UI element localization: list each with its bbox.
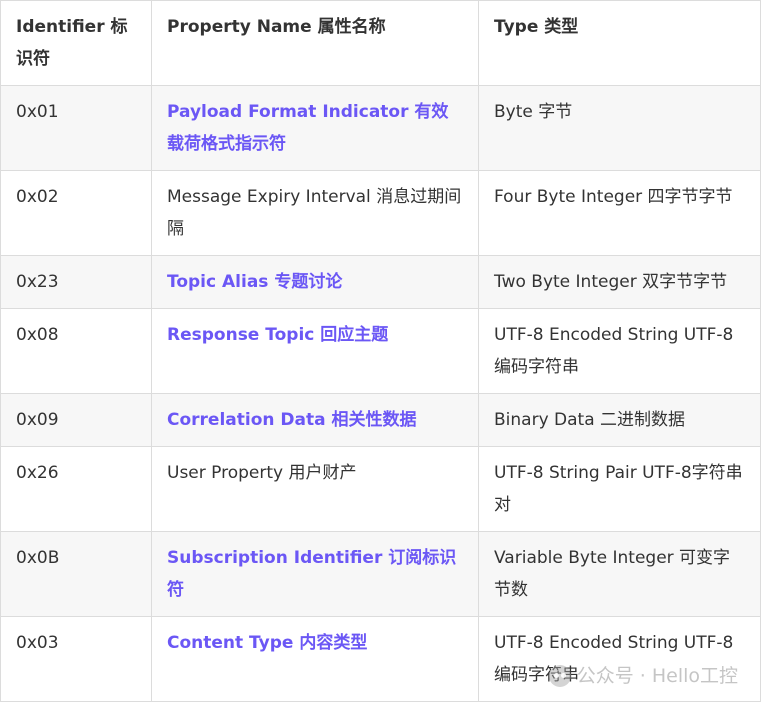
type-cell: Byte 字节 (478, 85, 761, 171)
property-name-cell: Correlation Data 相关性数据 (151, 393, 479, 447)
table-row: 0x26 User Property 用户财产 UTF-8 String Pai… (0, 446, 761, 532)
mqtt-properties-table: Identifier 标识符 Property Name 属性名称 Type 类… (0, 0, 761, 702)
property-name: User Property 用户财产 (167, 463, 357, 483)
property-link[interactable]: Content Type 内容类型 (167, 633, 367, 653)
type-cell: Variable Byte Integer 可变字节数 (478, 531, 761, 617)
table-row: 0x23 Topic Alias 专题讨论 Two Byte Integer 双… (0, 255, 761, 309)
property-name-cell: Message Expiry Interval 消息过期间隔 (151, 170, 479, 256)
property-name-cell: Payload Format Indicator 有效载荷格式指示符 (151, 85, 479, 171)
property-name-cell: Content Type 内容类型 (151, 616, 479, 702)
identifier-cell: 0x26 (0, 446, 152, 532)
property-link[interactable]: Response Topic 回应主题 (167, 325, 388, 345)
header-identifier: Identifier 标识符 (0, 0, 152, 86)
identifier-cell: 0x01 (0, 85, 152, 171)
identifier-cell: 0x09 (0, 393, 152, 447)
property-link[interactable]: Topic Alias 专题讨论 (167, 272, 342, 292)
type-cell: Two Byte Integer 双字节字节 (478, 255, 761, 309)
table-row: 0x03 Content Type 内容类型 UTF-8 Encoded Str… (0, 616, 761, 702)
table-row: 0x02 Message Expiry Interval 消息过期间隔 Four… (0, 170, 761, 256)
header-row: Identifier 标识符 Property Name 属性名称 Type 类… (0, 0, 761, 86)
type-cell: Binary Data 二进制数据 (478, 393, 761, 447)
type-cell: UTF-8 String Pair UTF-8字符串对 (478, 446, 761, 532)
table-row: 0x09 Correlation Data 相关性数据 Binary Data … (0, 393, 761, 447)
table-body: 0x01 Payload Format Indicator 有效载荷格式指示符 … (0, 85, 761, 702)
identifier-cell: 0x03 (0, 616, 152, 702)
type-cell: UTF-8 Encoded String UTF-8 编码字符串 (478, 616, 761, 702)
table-row: 0x01 Payload Format Indicator 有效载荷格式指示符 … (0, 85, 761, 171)
identifier-cell: 0x08 (0, 308, 152, 394)
header-type: Type 类型 (478, 0, 761, 86)
property-link[interactable]: Payload Format Indicator 有效载荷格式指示符 (167, 102, 448, 154)
header-property-name: Property Name 属性名称 (151, 0, 479, 86)
property-name: Message Expiry Interval 消息过期间隔 (167, 187, 462, 239)
identifier-cell: 0x02 (0, 170, 152, 256)
table-row: 0x0B Subscription Identifier 订阅标识符 Varia… (0, 531, 761, 617)
property-name-cell: User Property 用户财产 (151, 446, 479, 532)
property-name-cell: Subscription Identifier 订阅标识符 (151, 531, 479, 617)
property-name-cell: Response Topic 回应主题 (151, 308, 479, 394)
property-name-cell: Topic Alias 专题讨论 (151, 255, 479, 309)
property-link[interactable]: Subscription Identifier 订阅标识符 (167, 548, 456, 600)
type-cell: UTF-8 Encoded String UTF-8 编码字符串 (478, 308, 761, 394)
identifier-cell: 0x0B (0, 531, 152, 617)
property-link[interactable]: Correlation Data 相关性数据 (167, 410, 417, 430)
table-header: Identifier 标识符 Property Name 属性名称 Type 类… (0, 0, 761, 86)
table-row: 0x08 Response Topic 回应主题 UTF-8 Encoded S… (0, 308, 761, 394)
identifier-cell: 0x23 (0, 255, 152, 309)
type-cell: Four Byte Integer 四字节字节 (478, 170, 761, 256)
